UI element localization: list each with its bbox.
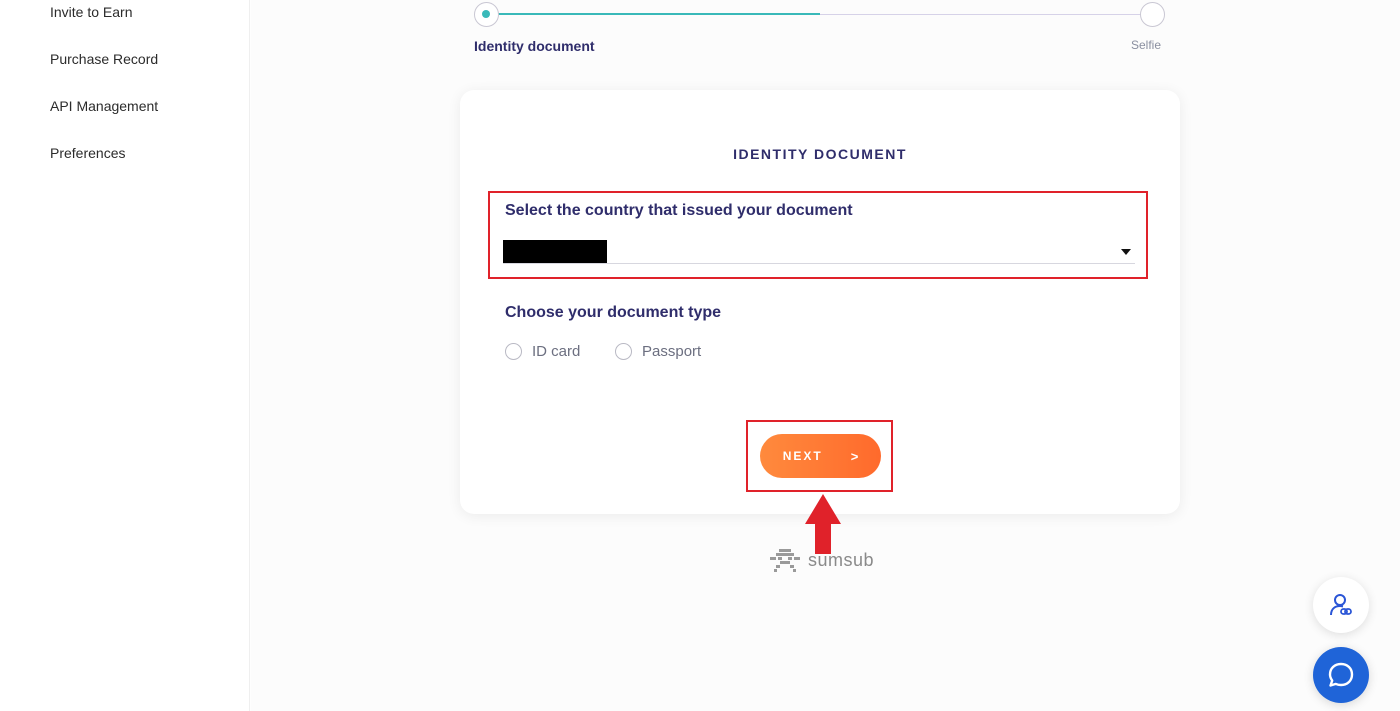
profile-link-button[interactable]	[1313, 577, 1369, 633]
radio-label-passport: Passport	[642, 343, 702, 360]
card-title: IDENTITY DOCUMENT	[733, 146, 907, 162]
step-label-selfie: Selfie	[1131, 38, 1162, 52]
country-label: Select the country that issued your docu…	[505, 202, 853, 219]
document-type-label: Choose your document type	[505, 304, 722, 321]
sumsub-logo-text: sumsub	[808, 549, 875, 570]
sidebar-item-api-management[interactable]: API Management	[50, 98, 158, 114]
radio-id-card[interactable]: ID card	[505, 343, 580, 360]
caret-down-icon	[1121, 249, 1131, 255]
country-select[interactable]	[503, 237, 1135, 264]
person-link-icon	[1330, 594, 1352, 616]
radio-passport[interactable]: Passport	[615, 343, 701, 360]
annotation-arrow-up-icon	[805, 494, 841, 554]
redacted-country-value	[503, 240, 607, 263]
stepper-progress-line	[497, 13, 820, 15]
sidebar-item-invite-to-earn[interactable]: Invite to Earn	[50, 4, 133, 20]
radio-circle-icon[interactable]	[505, 343, 522, 360]
step-identity-document-dot	[474, 2, 499, 27]
step-label-identity-document: Identity document	[474, 38, 595, 54]
chevron-right-icon: >	[850, 448, 859, 464]
identity-document-card: IDENTITY DOCUMENT Select the country tha…	[460, 90, 1180, 514]
next-button[interactable]: NEXT >	[760, 434, 881, 478]
sumsub-logo: sumsub	[768, 548, 874, 572]
sumsub-logo-icon	[770, 549, 800, 572]
country-selection-highlight: Select the country that issued your docu…	[488, 191, 1148, 279]
next-button-highlight: NEXT >	[746, 420, 893, 492]
sidebar-item-preferences[interactable]: Preferences	[50, 145, 125, 161]
chat-button[interactable]	[1313, 647, 1369, 703]
sidebar: Invite to Earn Purchase Record API Manag…	[0, 0, 250, 711]
stepper-remaining-line	[820, 14, 1142, 15]
next-button-label: NEXT	[782, 449, 823, 463]
radio-label-id-card: ID card	[532, 343, 581, 360]
chat-bubble-icon	[1328, 662, 1354, 687]
sidebar-item-purchase-record[interactable]: Purchase Record	[50, 51, 158, 67]
step-selfie-dot	[1140, 2, 1165, 27]
radio-circle-icon[interactable]	[615, 343, 632, 360]
